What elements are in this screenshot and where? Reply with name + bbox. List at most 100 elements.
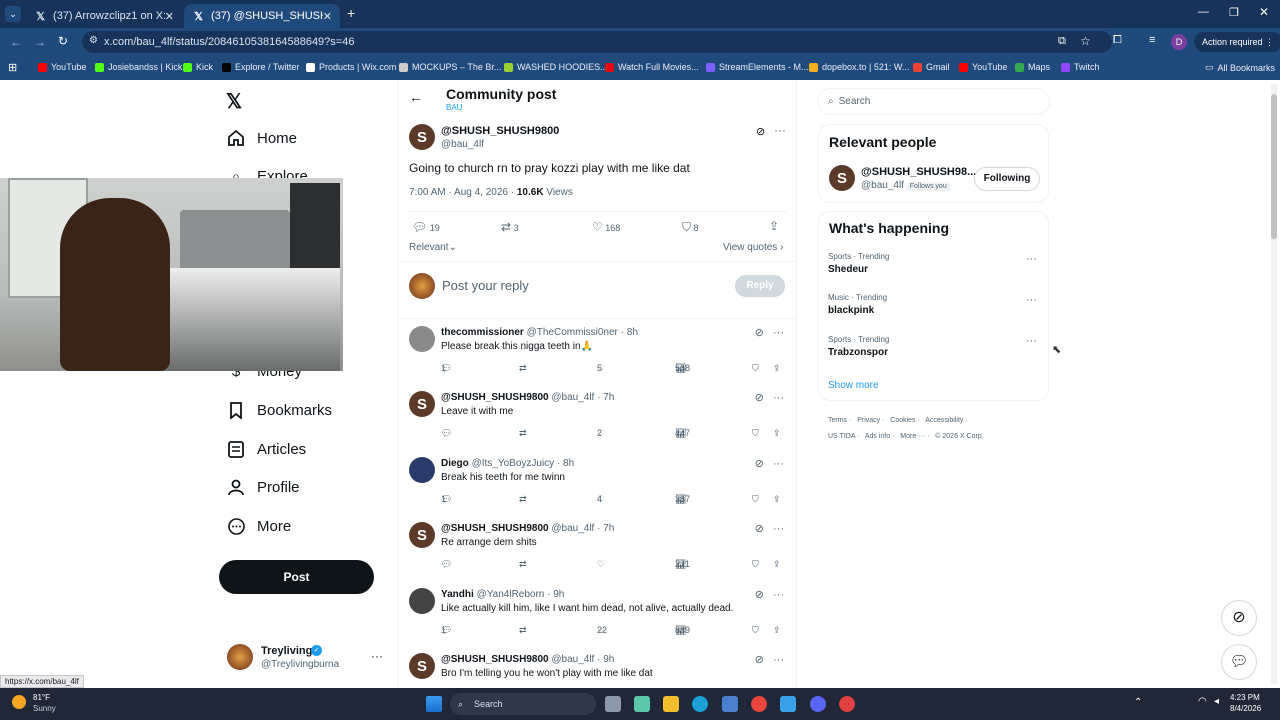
bookmark-item[interactable]: Gmail	[913, 62, 950, 72]
new-tab-button[interactable]: +	[347, 5, 355, 21]
discord-icon[interactable]	[810, 696, 826, 712]
store-icon[interactable]	[722, 696, 738, 712]
back-icon[interactable]: ←	[10, 35, 22, 49]
sidebar-item-bookmarks[interactable]: Bookmarks	[227, 401, 332, 419]
app-icon[interactable]	[839, 696, 855, 712]
post-author-handle[interactable]: @bau_4lf	[441, 139, 484, 150]
avatar[interactable]: S	[409, 522, 435, 548]
avatar[interactable]: S	[829, 165, 855, 191]
reply-input[interactable]: Post your reply	[442, 278, 722, 293]
avatar[interactable]: S	[409, 653, 435, 679]
photos-icon[interactable]	[780, 696, 796, 712]
bookmark-item[interactable]: Josiebandss | Kick	[95, 62, 182, 72]
messages-fab[interactable]: 💬︎	[1221, 644, 1257, 680]
reply-options[interactable]: ⊘ ···	[755, 653, 784, 666]
grok-icon[interactable]: ⊘	[755, 458, 764, 470]
post-button[interactable]: Post	[219, 560, 374, 594]
footer-link[interactable]: More ···	[900, 433, 925, 440]
repost-icon[interactable]: ⇄	[519, 494, 527, 505]
reply-author-name[interactable]: thecommissioner	[441, 327, 524, 338]
forward-icon[interactable]: →	[34, 35, 46, 49]
share-icon[interactable]: ⇪	[773, 363, 781, 374]
avatar[interactable]	[409, 457, 435, 483]
bookmark-item[interactable]: Maps	[1015, 62, 1050, 72]
person-name[interactable]: @SHUSH_SHUSH98...	[861, 166, 976, 178]
reply-options[interactable]: ⊘ ···	[755, 588, 784, 601]
reply-author-name[interactable]: Diego	[441, 458, 469, 469]
bookmark-icon[interactable]: ⛉	[752, 363, 759, 374]
more-icon[interactable]: ···	[773, 327, 784, 339]
reload-icon[interactable]: ↻	[58, 34, 68, 48]
restore-button[interactable]: ❐	[1229, 6, 1239, 19]
repost-icon[interactable]: ⇄	[519, 363, 527, 374]
reply-author-handle[interactable]: @Its_YoBoyzJuicy · 8h	[472, 458, 575, 469]
sidebar-item-home[interactable]: Home	[227, 129, 297, 147]
reply-item[interactable]: S @SHUSH_SHUSH9800 @bau_4lf · 9h ⊘ ··· Bro …	[398, 653, 796, 690]
repost-action[interactable]: ⇄ 3	[501, 220, 519, 234]
reply-author-handle[interactable]: @TheCommissi0ner · 8h	[527, 327, 638, 338]
bookmark-item[interactable]: Explore / Twitter	[222, 62, 299, 72]
account-more-icon[interactable]: ···	[371, 649, 383, 663]
like-action[interactable]: ♡ 168	[592, 220, 620, 234]
show-more-link[interactable]: Show more	[828, 380, 879, 391]
bookmark-icon[interactable]: ⛉	[752, 428, 759, 439]
more-icon[interactable]: ···	[773, 589, 784, 601]
tab-1[interactable]: 𝕏 (37) Arrowzclipz1 on X: "No wa... ✕	[26, 4, 182, 28]
reply-button[interactable]: Reply	[735, 275, 785, 297]
footer-link[interactable]: Cookies	[890, 417, 915, 424]
reply-options[interactable]: ⊘ ···	[755, 522, 784, 535]
reply-item[interactable]: Yandhi @Yan4lReborn · 9h ⊘ ··· Like actual…	[398, 588, 796, 648]
scrollbar-thumb[interactable]	[1271, 94, 1277, 239]
reply-author-handle[interactable]: @bau_4lf · 9h	[551, 654, 614, 665]
share-icon[interactable]: ⇪	[769, 219, 779, 233]
reply-author-handle[interactable]: @bau_4lf · 7h	[551, 523, 614, 534]
account-switcher[interactable]: Treyliving ✓ @Treylivingburna ···	[227, 644, 387, 674]
reply-options[interactable]: ⊘ ···	[755, 457, 784, 470]
bookmark-icon[interactable]: ⛉	[752, 625, 759, 636]
bookmark-icon[interactable]: ⛉	[752, 559, 759, 570]
grok-fab[interactable]: ⊘	[1221, 600, 1257, 636]
view-quotes-link[interactable]: View quotes ›	[723, 242, 783, 253]
site-info-icon[interactable]: ⚙	[89, 35, 98, 46]
avatar[interactable]	[409, 588, 435, 614]
trend-item[interactable]: Sports · Trending Shedeur	[828, 252, 889, 275]
footer-link[interactable]: Terms	[828, 417, 847, 424]
task-view-icon[interactable]	[605, 696, 621, 712]
x-logo-icon[interactable]: 𝕏	[226, 89, 242, 114]
more-icon[interactable]: ···	[773, 654, 784, 666]
profile-avatar[interactable]: D	[1171, 34, 1187, 50]
repost-icon[interactable]: ⇄	[519, 428, 527, 439]
footer-link[interactable]: US TIDA	[828, 433, 855, 440]
reply-author-handle[interactable]: @bau_4lf · 7h	[551, 392, 614, 403]
action-required-button[interactable]: Action required ⋮	[1194, 32, 1280, 52]
bookmark-star-icon[interactable]: ☆	[1080, 34, 1091, 48]
volume-icon[interactable]: ◂	[1214, 696, 1219, 707]
grok-icon[interactable]: ⊘	[755, 392, 764, 404]
more-icon[interactable]: ···	[773, 523, 784, 535]
wifi-icon[interactable]: ◠	[1198, 696, 1207, 707]
share-icon[interactable]: ⇪	[773, 428, 781, 439]
bookmark-item[interactable]: MOCKUPS – The Br...	[399, 62, 501, 72]
footer-link[interactable]: Accessibility	[925, 417, 963, 424]
post-time[interactable]: 7:00 AM · Aug 4, 2026 ·	[409, 187, 517, 198]
bookmark-item[interactable]: YouTube	[959, 62, 1007, 72]
more-icon[interactable]: ···	[773, 458, 784, 470]
avatar[interactable]: S	[409, 391, 435, 417]
repost-icon[interactable]: ⇄	[519, 625, 527, 636]
reply-options[interactable]: ⊘ ···	[755, 326, 784, 339]
reply-item[interactable]: S @SHUSH_SHUSH9800 @bau_4lf · 7h ⊘ ··· Re a…	[398, 522, 796, 582]
bookmark-item[interactable]: YouTube	[38, 62, 86, 72]
edge-icon[interactable]	[692, 696, 708, 712]
bookmark-item[interactable]: Kick	[183, 62, 213, 72]
all-bookmarks[interactable]: ▭ All Bookmarks	[1205, 62, 1275, 73]
avatar[interactable]	[409, 326, 435, 352]
trend-more-icon[interactable]: ···	[1026, 335, 1037, 347]
share-icon[interactable]: ⇪	[773, 559, 781, 570]
reply-author-name[interactable]: @SHUSH_SHUSH9800	[441, 654, 549, 665]
grok-icon[interactable]: ⊘	[755, 654, 764, 666]
avatar[interactable]: S	[409, 124, 435, 150]
taskbar-search[interactable]: ⌕ Search	[450, 693, 596, 715]
url-field[interactable]: ⚙ x.com/bau_4lf/status/20846105381645886…	[82, 31, 1112, 53]
community-name[interactable]: BAU	[446, 103, 462, 112]
reply-author-handle[interactable]: @Yan4lReborn · 9h	[477, 589, 565, 600]
